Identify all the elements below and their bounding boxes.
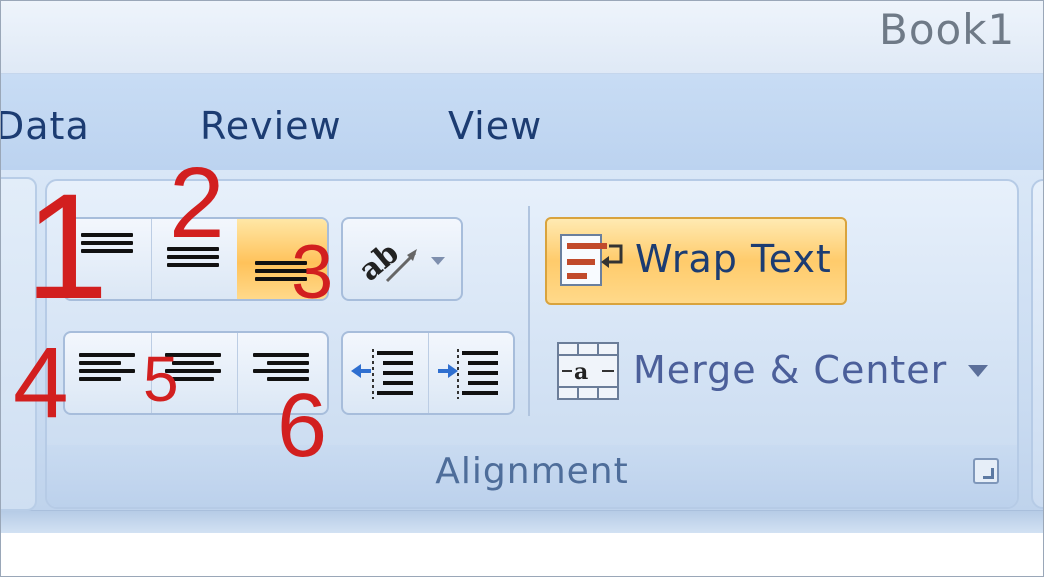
- increase-indent-button[interactable]: [428, 333, 513, 413]
- svg-text:a: a: [574, 359, 588, 385]
- tab-view[interactable]: View: [448, 104, 542, 148]
- wrap-text-label: Wrap Text: [635, 237, 832, 281]
- annotation-number-3: 3: [291, 230, 334, 315]
- ribbon-bottom-edge: [1, 510, 1043, 533]
- tab-review[interactable]: Review: [200, 104, 342, 148]
- dialog-launcher-icon[interactable]: [973, 458, 999, 484]
- svg-text:ab: ab: [352, 236, 405, 289]
- left-align-button[interactable]: [65, 333, 152, 413]
- decrease-indent-icon: [351, 349, 413, 399]
- align-left-icon: [79, 353, 135, 385]
- alignment-group-label: Alignment: [435, 451, 629, 492]
- decrease-indent-button[interactable]: [343, 333, 429, 413]
- document-title: Book1: [879, 5, 1016, 54]
- next-group-edge: [1031, 179, 1043, 509]
- annotation-number-4: 4: [13, 327, 69, 439]
- text-orientation-icon: ab: [352, 236, 445, 289]
- excel-window: Book1 Data Review View Alignment ab Wrap…: [0, 0, 1044, 577]
- merge-center-dropdown-icon[interactable]: [966, 363, 990, 379]
- wrap-text-button[interactable]: Wrap Text: [545, 217, 847, 305]
- merge-center-icon[interactable]: a: [556, 341, 620, 401]
- annotation-number-2: 2: [169, 147, 225, 259]
- annotation-number-1: 1: [25, 162, 109, 330]
- title-bar: Book1: [1, 1, 1043, 74]
- increase-indent-icon: [438, 349, 498, 399]
- indent-buttons: [341, 331, 515, 415]
- ribbon-tab-bar: Data Review View: [1, 74, 1043, 170]
- tab-data[interactable]: Data: [1, 104, 90, 148]
- merge-center-label[interactable]: Merge & Center: [633, 348, 947, 392]
- annotation-number-5: 5: [143, 343, 179, 415]
- orientation-button[interactable]: ab: [341, 217, 463, 301]
- wrap-text-icon: [560, 234, 623, 286]
- group-separator: [528, 206, 530, 416]
- annotation-number-6: 6: [277, 376, 328, 476]
